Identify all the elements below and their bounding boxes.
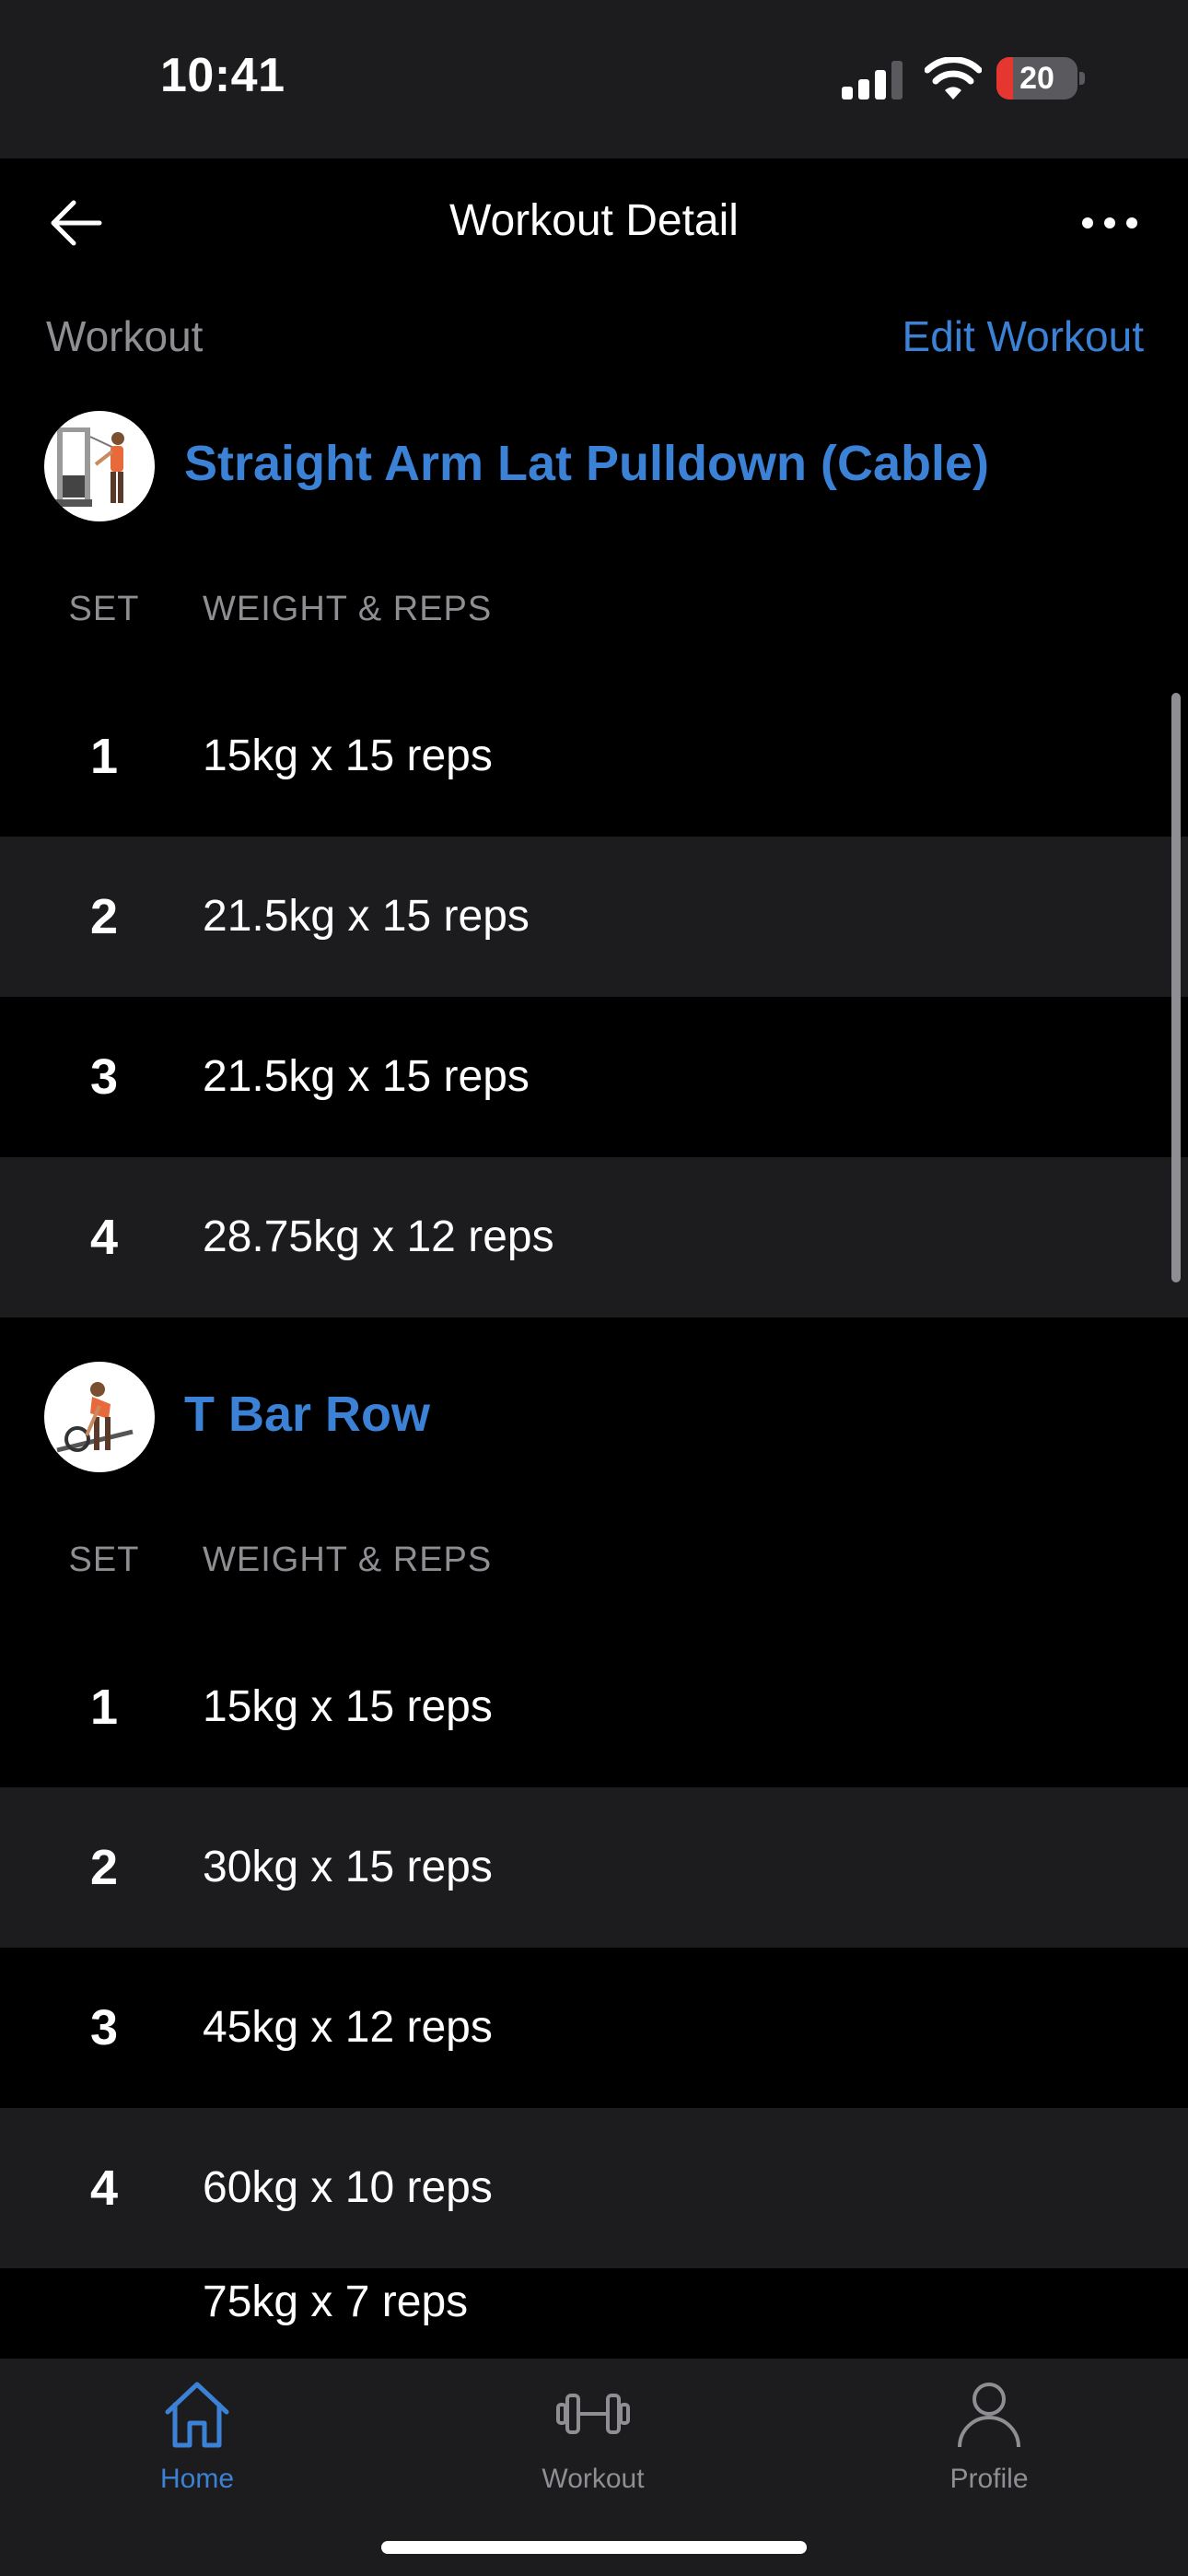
- tab-label: Workout: [542, 2464, 645, 2494]
- set-row[interactable]: 2 21.5kg x 15 reps: [0, 837, 1188, 997]
- status-bar: 10:41 20: [0, 0, 1188, 158]
- tab-label: Home: [159, 2464, 235, 2494]
- set-row[interactable]: 4 60kg x 10 reps: [0, 2108, 1188, 2268]
- set-weight-reps: 28.75kg x 12 reps: [203, 1212, 554, 1261]
- set-number: 4: [89, 1210, 119, 1265]
- set-row[interactable]: 1 15kg x 15 reps: [0, 676, 1188, 837]
- battery-level: 20: [1019, 61, 1054, 96]
- section-label: Workout: [46, 312, 204, 360]
- tab-workout[interactable]: Workout: [473, 2377, 713, 2506]
- tab-home[interactable]: Home: [77, 2377, 317, 2506]
- wifi-icon: [925, 57, 982, 100]
- set-row[interactable]: 3 45kg x 12 reps: [0, 1948, 1188, 2108]
- cellular-signal-icon: [842, 61, 903, 100]
- column-header-set: SET: [68, 1540, 140, 1579]
- page-title: Workout Detail: [449, 196, 739, 245]
- set-number: 1: [89, 729, 119, 784]
- cable-machine-illustration: [55, 427, 124, 507]
- set-number: 4: [89, 2160, 119, 2216]
- status-time: 10:41: [160, 49, 285, 102]
- person-icon: [958, 2383, 1020, 2448]
- more-options-icon[interactable]: [1079, 208, 1140, 238]
- exercise-name[interactable]: T Bar Row: [184, 1386, 430, 1443]
- set-number: 3: [89, 1049, 119, 1105]
- set-row[interactable]: 1 15kg x 15 reps: [0, 1627, 1188, 1787]
- set-number: 1: [89, 1680, 119, 1735]
- set-number: 3: [89, 2000, 119, 2055]
- home-icon: [165, 2382, 229, 2448]
- battery-indicator: 20: [996, 57, 1085, 100]
- home-indicator[interactable]: [381, 2541, 807, 2554]
- set-weight-reps: 21.5kg x 15 reps: [203, 892, 530, 941]
- t-bar-row-illustration: [56, 1382, 134, 1453]
- tab-label: Profile: [949, 2464, 1029, 2494]
- set-weight-reps: 30kg x 15 reps: [203, 1843, 493, 1891]
- exercise-thumbnail[interactable]: [44, 411, 155, 521]
- set-weight-reps: 21.5kg x 15 reps: [203, 1052, 530, 1101]
- set-number: 2: [89, 1840, 119, 1895]
- set-number: 2: [89, 889, 119, 944]
- scroll-indicator[interactable]: [1171, 693, 1181, 1282]
- edit-workout-button[interactable]: Edit Workout: [903, 311, 1144, 361]
- set-row[interactable]: 2 30kg x 15 reps: [0, 1787, 1188, 1948]
- set-row[interactable]: 3 21.5kg x 15 reps: [0, 997, 1188, 1157]
- set-weight-reps: 15kg x 15 reps: [203, 1682, 493, 1731]
- column-header-set: SET: [68, 590, 140, 628]
- dumbbell-icon: [556, 2394, 630, 2434]
- tab-profile[interactable]: Profile: [869, 2377, 1109, 2506]
- exercise-thumbnail[interactable]: [44, 1362, 155, 1472]
- exercise-name[interactable]: Straight Arm Lat Pulldown (Cable): [184, 435, 989, 492]
- set-weight-reps: 45kg x 12 reps: [203, 2003, 493, 2052]
- set-weight-reps: 15kg x 15 reps: [203, 732, 493, 780]
- column-header-weight-reps: WEIGHT & REPS: [203, 590, 493, 628]
- set-row[interactable]: 4 28.75kg x 12 reps: [0, 1157, 1188, 1317]
- column-header-weight-reps: WEIGHT & REPS: [203, 1540, 493, 1579]
